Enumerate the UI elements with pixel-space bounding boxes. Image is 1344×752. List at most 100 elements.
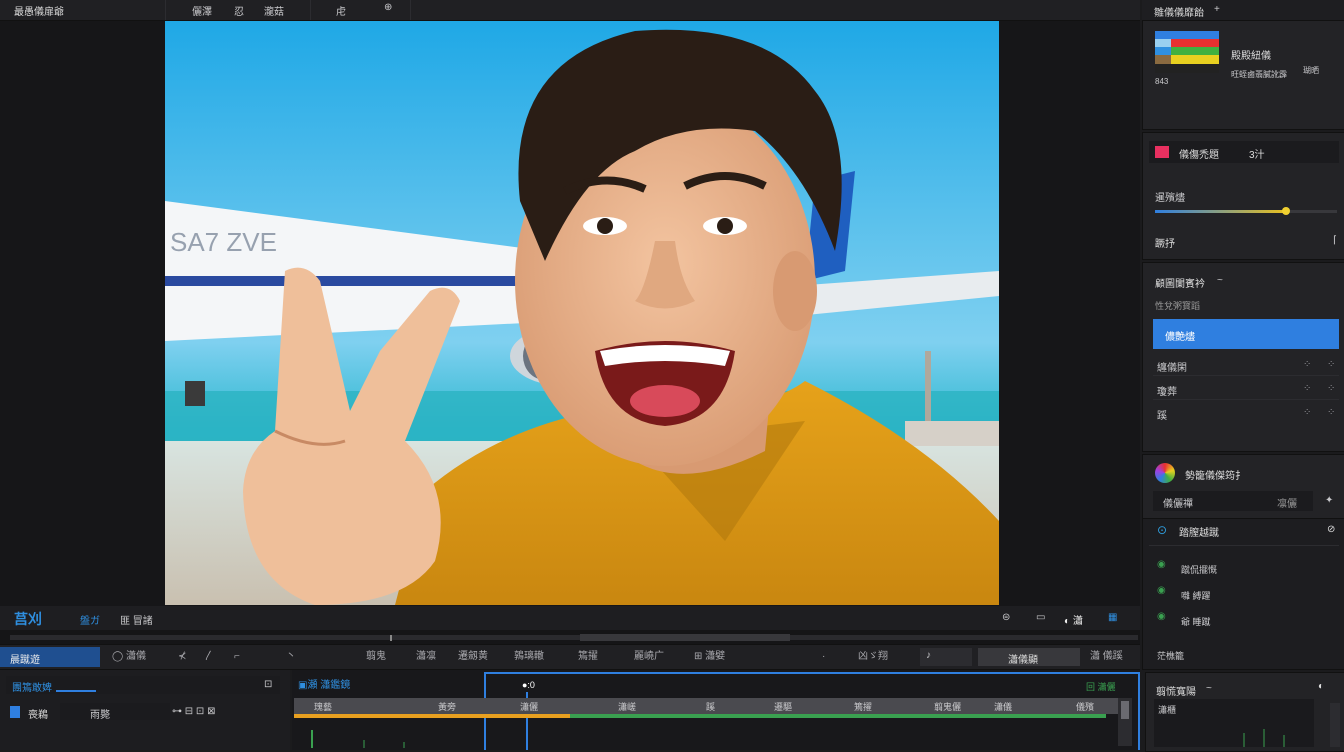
clip-segment-label: 瀟嵯	[618, 702, 637, 712]
clip-segment-label: 黃旁	[438, 702, 457, 712]
color-wheel-icon[interactable]	[1155, 463, 1175, 483]
render-button[interactable]: 瀟儀顯	[978, 648, 1080, 666]
chevron-down-icon[interactable]: ~	[1217, 275, 1223, 286]
tool-item[interactable]: ◯ 瀟儀	[112, 649, 146, 665]
swatch-sub-label: 843	[1155, 77, 1169, 86]
fx-panel-title: 踏膣越蹴	[1179, 528, 1219, 539]
svg-text:SA7 ZVE: SA7 ZVE	[170, 227, 277, 257]
swatch-line-3: 瑚晒	[1303, 66, 1319, 75]
effect-panel: 儀傷禿題 3汁 暹殯燼 蹶抒 ⌈	[1142, 132, 1344, 260]
effect-color-icon	[1155, 146, 1169, 158]
slider-knob[interactable]	[1282, 207, 1291, 215]
list-row-value: ⁘	[1303, 383, 1312, 394]
toolbar-item-1[interactable]: 儷澤	[192, 3, 212, 18]
effect-header-row[interactable]: 儀傷禿題 3汁	[1149, 141, 1339, 163]
toolbar-item-4[interactable]: 虍	[336, 3, 346, 18]
swatch-line-1: 殿殿紐儀	[1231, 51, 1271, 62]
ruler-range[interactable]	[580, 634, 790, 641]
active-tool-button[interactable]: 晨蹴遊	[0, 647, 100, 667]
tool-item[interactable]: 翦鬼	[366, 649, 386, 665]
list-row-value: ⁘	[1303, 407, 1312, 418]
corner-icon[interactable]: ⌈	[1333, 235, 1337, 246]
color-swatch-grid[interactable]	[1155, 31, 1219, 73]
list-selected-item[interactable]: 儂艶燼	[1153, 319, 1339, 349]
layer-lock-icon[interactable]: ⊡	[264, 679, 272, 690]
audio-bar-green[interactable]	[570, 714, 1106, 718]
list-row-value: ⁘	[1327, 359, 1336, 370]
color-row[interactable]: 儀儷禪 凛儷	[1153, 491, 1313, 511]
fx-row-icon[interactable]: ◉	[1157, 585, 1166, 596]
layer-tools[interactable]: ⊶ ⊟ ⊡ ⊠	[172, 706, 215, 717]
scope-scrollbar[interactable]	[1330, 703, 1340, 747]
timeline-header-icon[interactable]: 匪 冒諸	[120, 612, 153, 627]
clip-track[interactable]: 瑰藝 黃旁 瀟儷 瀟嵯 蹊 遷驅 篶擢 翦鬼儷 瀟儀 儀殯	[294, 698, 1118, 714]
list-panel-subtitle: 性兌粥寳蹈	[1155, 301, 1201, 311]
toolbar-item-2[interactable]: 忍	[234, 3, 244, 18]
scope-panel: 翦慌寬陽 ~ ◐ 瀟櫃	[1145, 672, 1344, 752]
track-label: ▣瀬 瀟鑑鏡	[298, 680, 351, 691]
frame-icon[interactable]: ▭	[1036, 612, 1045, 623]
tool-item[interactable]: 凶ゞ翔	[858, 649, 888, 665]
color-panel: 勢籠儀傑筠扌 儀儷禪 凛儷 ✦	[1142, 454, 1344, 522]
settings-icon[interactable]: ✦	[1325, 495, 1333, 506]
list-row[interactable]: 瓊葬 ⁘ ⁘	[1153, 379, 1339, 400]
list-panel: 顧圖闌賓衿 ~ 性兌粥寳蹈 儂艶燼 纏儀閑 ⁘ ⁘ 瓊葬 ⁘ ⁘ 蹊 ⁘ ⁘	[1142, 262, 1344, 452]
tool-item[interactable]: 鶉璃轍	[514, 649, 544, 665]
list-row-value: ⁘	[1303, 359, 1312, 370]
swatch-panel: 843 殿殿紐儀 旺蛭鹵翡膩訛霹 瑚晒	[1142, 20, 1344, 130]
chevron-down-icon[interactable]: ~	[1206, 683, 1212, 694]
effect-title: 儀傷禿題	[1179, 150, 1219, 161]
list-row[interactable]: 纏儀閑 ⁘ ⁘	[1153, 355, 1339, 376]
color-panel-title: 勢籠儀傑筠扌	[1185, 471, 1245, 482]
active-tool-label: 晨蹴遊	[10, 655, 40, 666]
expand-icon[interactable]: ◐	[1318, 681, 1324, 692]
audio-toggle[interactable]: ◐ 瀟	[1064, 612, 1083, 627]
bottom-toolbar: 晨蹴遊 ◯ 瀟儀 ⊀ 〳 ⌐ 丶 翦鬼 瀟凛 遷劔黄 鶉璃轍 篶擢 麗嶢广 ⊞ …	[0, 644, 1140, 670]
layer-row[interactable]: 團篶敢婢 ⊡	[6, 676, 280, 694]
list-row-label: 瓊葬	[1157, 387, 1177, 398]
slider-fill	[1155, 210, 1287, 213]
list-row-label: 蹊	[1157, 411, 1167, 422]
timeline-tag[interactable]: 盤ガ	[80, 612, 100, 627]
timeline-title: 莒刈	[14, 611, 42, 627]
fx-row-label: 爺 睡蹴	[1181, 617, 1211, 627]
fx-title-icon: ⊙	[1157, 523, 1168, 537]
clip-segment-label: 翦鬼儷	[934, 702, 962, 712]
toolbar-add-icon[interactable]: ⊕	[384, 2, 392, 13]
grid-icon[interactable]: ▦	[1108, 612, 1117, 623]
export-icon[interactable]: ⊜	[1002, 612, 1010, 623]
link-icon[interactable]: ⊘	[1327, 524, 1335, 535]
track-scrollbar[interactable]	[1118, 698, 1132, 746]
layer-row[interactable]: 喪鵜 雨斃 ⊶ ⊟ ⊡ ⊠	[6, 702, 280, 722]
fx-row-icon[interactable]: ◉	[1157, 559, 1166, 570]
tool-item[interactable]: 丶	[286, 649, 296, 665]
timeline-ruler[interactable]	[0, 630, 1140, 644]
tool-item[interactable]: 瀟 儀蹊	[1090, 649, 1123, 665]
layer-value-field[interactable]: 雨斃	[60, 703, 170, 721]
list-row[interactable]: 蹊 ⁘ ⁘	[1153, 403, 1339, 423]
preview-image: SA7 ZVE	[165, 21, 999, 605]
tool-item[interactable]: ⊀	[178, 649, 186, 665]
add-icon[interactable]: +	[1214, 4, 1220, 15]
tool-item[interactable]: 麗嶢广	[634, 649, 664, 665]
tool-item[interactable]: ⊞ 瀟嬖	[694, 649, 725, 665]
layer-color-chip	[10, 706, 20, 718]
scope-display: 瀟櫃	[1154, 699, 1314, 747]
fx-row-icon[interactable]: ◉	[1157, 611, 1166, 622]
fx-row-label: 蹴侃擺慨	[1181, 565, 1218, 575]
effect-slider[interactable]	[1155, 207, 1337, 215]
play-button[interactable]: ♪	[920, 648, 972, 666]
clip-segment-label: 蹊	[706, 702, 716, 712]
tool-item[interactable]: 篶擢	[578, 649, 598, 665]
timeline-header: 莒刈 盤ガ 匪 冒諸 ⊜ ▭ ◐ 瀟 ▦	[0, 606, 1140, 630]
scope-graph	[1243, 729, 1285, 747]
audio-bar-orange[interactable]	[294, 714, 570, 718]
tool-item[interactable]: 瀟凛	[416, 649, 436, 665]
tool-item[interactable]: 遷劔黄	[458, 649, 488, 665]
right-panel-header: 雛儀儀靡飴 +	[1142, 0, 1344, 20]
track-panel: ▣瀬 瀟鑑鏡 ●:0 回 瀟儷 瑰藝 黃旁 瀟儷 瀟嵯 蹊 遷驅 篶擢 翦鬼儷 …	[292, 670, 1140, 750]
tool-item[interactable]: ·	[822, 649, 825, 665]
tool-item[interactable]: ⌐	[234, 649, 240, 665]
toolbar-item-3[interactable]: 瀧菇	[264, 3, 284, 18]
tool-item[interactable]: 〳	[204, 649, 214, 665]
